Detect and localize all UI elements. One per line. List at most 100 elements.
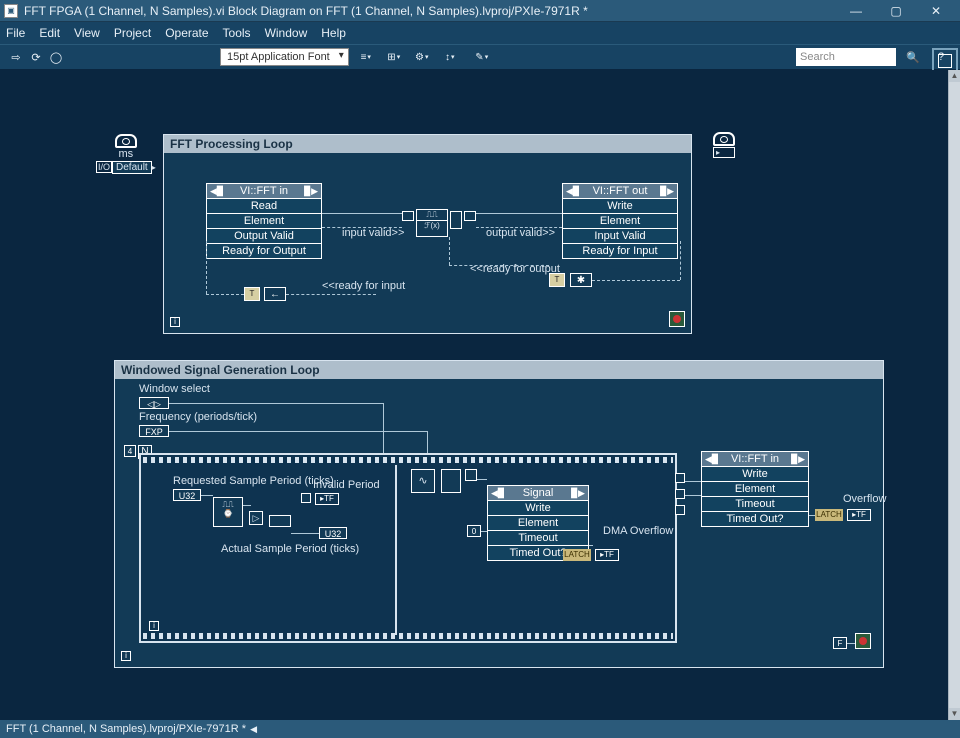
loop-title-winsig: Windowed Signal Generation Loop xyxy=(115,361,883,379)
label-window-select: Window select xyxy=(139,383,210,395)
vertical-scrollbar[interactable]: ▲ ▼ xyxy=(948,70,960,720)
arrow-node[interactable] xyxy=(269,515,291,527)
menu-window[interactable]: Window xyxy=(265,26,308,40)
menu-project[interactable]: Project xyxy=(114,26,151,40)
minimize-button[interactable]: — xyxy=(836,0,876,22)
label-frequency: Frequency (periods/tick) xyxy=(139,411,257,423)
abort-button[interactable]: ◯ xyxy=(48,49,64,65)
fftin2-name: VI::FFT in xyxy=(731,453,779,465)
arrow-icon: ▉▶ xyxy=(657,186,677,197)
run-continuous-button[interactable]: ⟳ xyxy=(28,49,44,65)
menu-operate[interactable]: Operate xyxy=(165,26,208,40)
arrow-icon: ◀▉ xyxy=(563,186,583,197)
run-button[interactable]: ⇨ xyxy=(8,49,24,65)
fft-in-name: VI::FFT in xyxy=(240,185,288,197)
dma-overflow-indicator[interactable]: ▸TF xyxy=(595,549,619,561)
fft-processing-loop[interactable]: FFT Processing Loop ◀▉VI::FFT in▉▶ Read … xyxy=(163,134,692,334)
window-title: FFT FPGA (1 Channel, N Samples).vi Block… xyxy=(24,4,836,18)
loop-condition-outer[interactable] xyxy=(855,633,871,649)
fft-out-ready: Ready for Input xyxy=(563,244,677,258)
menu-file[interactable]: File xyxy=(6,26,25,40)
align-button[interactable]: ≡ xyxy=(355,48,377,66)
fft-in-ready: Ready for Output xyxy=(207,244,321,258)
toolbar: ⇨ ⟳ ◯ 15pt Application Font ≡ ⊞ ⚙ ↕ ✎ Se… xyxy=(0,44,960,70)
menu-help[interactable]: Help xyxy=(321,26,346,40)
iteration-terminal: i xyxy=(170,317,180,327)
invalid-period-indicator[interactable]: ▸TF xyxy=(315,493,339,505)
fft-out-valid: Input Valid xyxy=(563,229,677,244)
latch-dma[interactable]: LATCH xyxy=(563,549,591,561)
fft-out-element: Element xyxy=(563,214,677,229)
ms-label: ms xyxy=(96,148,156,160)
resize-button[interactable]: ⚙ xyxy=(411,48,433,66)
menubar: File Edit View Project Operate Tools Win… xyxy=(0,22,960,44)
const-four[interactable]: 4 xyxy=(124,445,136,457)
windowed-signal-loop[interactable]: Windowed Signal Generation Loop Window s… xyxy=(114,360,884,668)
close-button[interactable]: ✕ xyxy=(916,0,956,22)
fifo-fft-out[interactable]: ◀▉VI::FFT out▉▶ Write Element Input Vali… xyxy=(562,183,678,259)
sample-period-node[interactable]: ⎍⎍⌚ xyxy=(213,497,243,527)
label-req-period: Requested Sample Period (ticks) xyxy=(173,475,334,487)
frequency-control[interactable]: FXP xyxy=(139,425,169,437)
init-const-right[interactable]: T xyxy=(549,273,565,287)
latch-overflow[interactable]: LATCH xyxy=(815,509,843,521)
single-cycle-timed-loop[interactable]: Requested Sample Period (ticks) U32 ⎍⎍⌚ … xyxy=(139,453,677,643)
maximize-button[interactable]: ▢ xyxy=(876,0,916,22)
fft-in-valid: Output Valid xyxy=(207,229,321,244)
indicator-arrow xyxy=(301,493,311,503)
search-input[interactable]: Search xyxy=(796,48,896,66)
label-output-valid: output valid>> xyxy=(486,227,555,239)
label-actual-period: Actual Sample Period (ticks) xyxy=(221,543,359,555)
zero-constant[interactable]: 0 xyxy=(467,525,481,537)
signal-write: Write xyxy=(488,501,588,516)
clock-terminal-right[interactable]: ▸ xyxy=(713,132,735,158)
ms-timing-terminal[interactable]: ms I/ODefault▸ xyxy=(96,134,156,174)
signal-element: Element xyxy=(488,516,588,531)
mult-node[interactable] xyxy=(465,469,477,481)
window-apply-node[interactable] xyxy=(441,469,461,493)
overflow-indicator[interactable]: ▸TF xyxy=(847,509,871,521)
iteration-terminal-outer: i xyxy=(121,651,131,661)
fifo-fft-in[interactable]: ◀▉VI::FFT in▉▶ Read Element Output Valid… xyxy=(206,183,322,259)
arrow-icon: ◀▉ xyxy=(488,488,508,499)
fft-express-node[interactable]: ⎍⎍ ℱ(x) xyxy=(416,209,448,237)
loop-condition[interactable] xyxy=(669,311,685,327)
req-period-control[interactable]: U32 xyxy=(173,489,201,501)
reorder-button[interactable]: ↕ xyxy=(439,48,461,66)
arrow-icon: ▉▶ xyxy=(568,488,588,499)
sine-generator-node[interactable]: ∿ xyxy=(411,469,435,493)
bool-const[interactable]: F xyxy=(833,637,847,649)
distribute-button[interactable]: ⊞ xyxy=(383,48,405,66)
search-icon[interactable]: 🔍 xyxy=(902,48,924,66)
menu-view[interactable]: View xyxy=(74,26,100,40)
arrow-icon: ◀▉ xyxy=(207,186,227,197)
cleanup-button[interactable]: ✎ xyxy=(471,48,493,66)
signal-timeout: Timeout xyxy=(488,531,588,546)
tunnel-3 xyxy=(675,505,685,515)
init-const-left[interactable]: T xyxy=(244,287,260,301)
status-chevron-icon[interactable]: ◀ xyxy=(250,724,257,735)
ms-default: Default xyxy=(112,161,152,174)
scroll-down-icon[interactable]: ▼ xyxy=(949,708,960,720)
block-diagram-canvas[interactable]: ms I/ODefault▸ ▸ FFT Processing Loop ◀▉V… xyxy=(0,70,948,720)
actual-period-indicator[interactable]: U32 xyxy=(319,527,347,539)
feedback-node-left[interactable]: ← xyxy=(264,287,286,301)
menu-tools[interactable]: Tools xyxy=(223,26,251,40)
scroll-up-icon[interactable]: ▲ xyxy=(949,70,960,82)
arrow-icon: ▉▶ xyxy=(788,454,808,465)
fft-node-output-term2 xyxy=(464,211,476,221)
font-selector[interactable]: 15pt Application Font xyxy=(220,48,349,66)
fifo-fft-in-writer[interactable]: ◀▉VI::FFT in▉▶ Write Element Timeout Tim… xyxy=(701,451,809,527)
feedback-node-right[interactable]: ✱ xyxy=(570,273,592,287)
search-placeholder: Search xyxy=(800,51,835,63)
compare-node[interactable]: ▷ xyxy=(249,511,263,525)
window-select-control[interactable]: ◁▷ xyxy=(139,397,169,409)
arrow-icon: ◀▉ xyxy=(702,454,722,465)
tunnel-1 xyxy=(675,473,685,483)
label-ready-input: <<ready for input xyxy=(322,280,405,292)
menu-edit[interactable]: Edit xyxy=(39,26,60,40)
fft-in-element: Element xyxy=(207,214,321,229)
fft-out-write: Write xyxy=(563,199,677,214)
signal-name: Signal xyxy=(523,487,554,499)
label-input-valid: input valid>> xyxy=(342,227,404,239)
